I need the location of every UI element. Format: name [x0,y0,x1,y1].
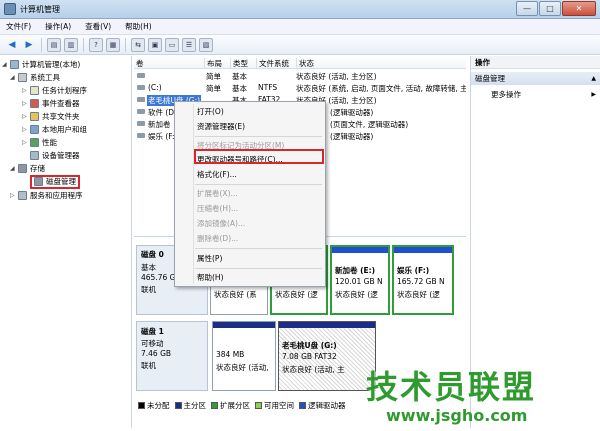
tree-item-device-manager[interactable]: 设备管理器 [30,149,80,162]
tree-item-performance[interactable]: ▷ 性能 [22,136,57,149]
window-title: 计算机管理 [20,5,60,14]
legend-item: 扩展分区 [211,400,250,411]
legend-item: 逻辑驱动器 [299,400,346,411]
collapse-up-icon[interactable]: ▲ [591,72,596,85]
volume-list-header: 卷 布局 类型 文件系统 状态 [134,56,466,69]
watermark-logo: 技术员联盟 www.jsgho.com [366,368,537,425]
actions-section-disk-management[interactable]: 磁盘管理 [471,72,600,85]
drive-icon [137,97,145,102]
collapse-arrow-icon[interactable]: ◢ [2,61,10,68]
menu-help[interactable]: 帮助(H) [125,21,152,32]
tree-item-event-viewer[interactable]: ▷ 事件查看器 [22,97,80,110]
help-icon[interactable]: ? [89,37,103,52]
connect-icon[interactable]: ⇆ [131,37,145,52]
collapse-arrow-icon[interactable]: ◢ [10,165,18,172]
expand-arrow-icon[interactable]: ▷ [10,192,18,199]
menu-item-explorer[interactable]: 资源管理器(E) [197,121,245,134]
expand-arrow-icon[interactable]: ▷ [22,87,30,94]
tree-item-local-users[interactable]: ▷ 本地用户和组 [22,123,87,136]
tree-item-shared-folders[interactable]: ▷ 共享文件夹 [22,110,80,123]
device-manager-icon [30,151,39,160]
menu-view[interactable]: 查看(V) [85,21,111,32]
volume-row[interactable]: 简单 基本 状态良好 (活动, 主分区) [134,70,466,81]
partition-disk1-1[interactable]: 384 MB 状态良好 (活动, [212,321,276,391]
expand-arrow-icon[interactable]: ▷ [22,100,30,107]
disk-management-highlight[interactable]: 磁盘管理 [30,174,80,189]
drive-icon [137,121,145,126]
column-type[interactable]: 类型 [230,58,254,69]
menu-item-properties[interactable]: 属性(P) [197,253,222,266]
computer-management-icon [4,3,16,15]
show-hide-tree-icon[interactable]: ▥ [64,37,78,52]
back-arrow-icon[interactable]: ◀ [5,38,19,52]
computer-icon [10,60,19,69]
forward-arrow-icon[interactable]: ▶ [22,38,36,52]
legend-item: 未分配 [138,400,170,411]
expand-arrow-icon[interactable]: ▷ [22,139,30,146]
tree-item-storage[interactable]: ◢ 存储 [10,162,45,175]
actions-header: 操作 [471,56,600,69]
rescan-icon[interactable]: ▣ [148,37,162,52]
clock-icon [30,86,39,95]
shared-folder-icon [30,112,39,121]
storage-icon [18,164,27,173]
open-folder-icon[interactable]: ▭ [165,37,179,52]
drive-icon [137,73,145,78]
tree-item-task-scheduler[interactable]: ▷ 任务计划程序 [22,84,87,97]
drive-icon [137,133,145,138]
disk-icon [34,177,43,186]
menu-item-add-mirror: 添加镜像(A)... [197,219,246,228]
minimize-button[interactable]: — [516,1,538,16]
column-layout[interactable]: 布局 [204,58,228,69]
partition-disk0-f[interactable]: 娱乐 (F:) 165.72 GB N 状态良好 (逻 [392,245,454,315]
drive-icon [137,85,145,90]
disk-1-name: 磁盘 1 [141,327,164,336]
tree-item-system-tools[interactable]: ◢ 系统工具 [10,71,60,84]
tree-item-services-apps[interactable]: ▷ 服务和应用程序 [10,189,83,202]
drive-icon [137,109,145,114]
menu-action[interactable]: 操作(A) [45,21,71,32]
legend-item: 可用空间 [255,400,294,411]
more-actions[interactable]: 更多操作 [491,88,521,101]
menu-file[interactable]: 文件(F) [6,21,31,32]
column-status[interactable]: 状态 [296,58,466,69]
column-volume[interactable]: 卷 [134,58,202,69]
menu-item-help[interactable]: 帮助(H) [197,272,224,285]
tree-item-disk-management[interactable]: 磁盘管理 [22,174,80,189]
toolbar: ◀ ▶ ▤ ▥ ? ▦ ⇆ ▣ ▭ ☰ ▧ [0,35,600,55]
menu-item-extend: 扩展卷(X)... [197,189,238,198]
users-icon [30,125,39,134]
expand-arrow-icon[interactable]: ▷ [22,113,30,120]
tree-item-root[interactable]: ◢ 计算机管理(本地) [2,58,80,71]
properties-icon[interactable]: ▦ [106,37,120,52]
volume-row[interactable]: (C:) 简单 基本 NTFS 状态良好 (系统, 启动, 页面文件, 活动, … [134,82,466,93]
tools-icon [18,73,27,82]
properties-list-icon[interactable]: ☰ [182,37,196,52]
expand-arrow-icon[interactable]: ▷ [22,126,30,133]
collapse-arrow-icon[interactable]: ◢ [10,74,18,81]
close-button[interactable]: ✕ [562,1,596,16]
menu-item-format[interactable]: 格式化(F)... [197,169,237,182]
menu-item-delete: 删除卷(D)... [197,234,239,243]
title-bar: 计算机管理 — □ ✕ [0,0,600,19]
view-icon[interactable]: ▧ [199,37,213,52]
partition-disk1-g[interactable]: 老毛桃U盘 (G:) 7.08 GB FAT32 状态良好 (活动, 主 [278,321,376,391]
disk-0-name: 磁盘 0 [141,250,164,259]
navigation-tree: ◢ 计算机管理(本地) ◢ 系统工具 ▷ 任务计划程序 ▷ 事件查看器 ▷ 共享… [0,56,132,428]
partition-disk0-e[interactable]: 新加卷 (E:) 120.01 GB N 状态良好 (逻 [330,245,390,315]
submenu-arrow-icon[interactable]: ▶ [591,88,596,101]
change-drive-letter-highlight [194,149,324,164]
menu-bar: 文件(F) 操作(A) 查看(V) 帮助(H) [0,19,600,35]
maximize-button[interactable]: □ [539,1,561,16]
services-icon [18,191,27,200]
disk-1-label[interactable]: 磁盘 1 可移动 7.46 GB 联机 [136,321,208,391]
context-menu: 打开(O) 资源管理器(E) 将分区标记为活动分区(M) 更改驱动器号和路径(C… [174,101,326,287]
up-folder-icon[interactable]: ▤ [47,37,61,52]
event-viewer-icon [30,99,39,108]
menu-item-shrink: 压缩卷(H)... [197,204,239,213]
performance-icon [30,138,39,147]
legend-item: 主分区 [174,400,206,411]
column-filesystem[interactable]: 文件系统 [256,58,294,69]
menu-item-open[interactable]: 打开(O) [197,106,224,119]
